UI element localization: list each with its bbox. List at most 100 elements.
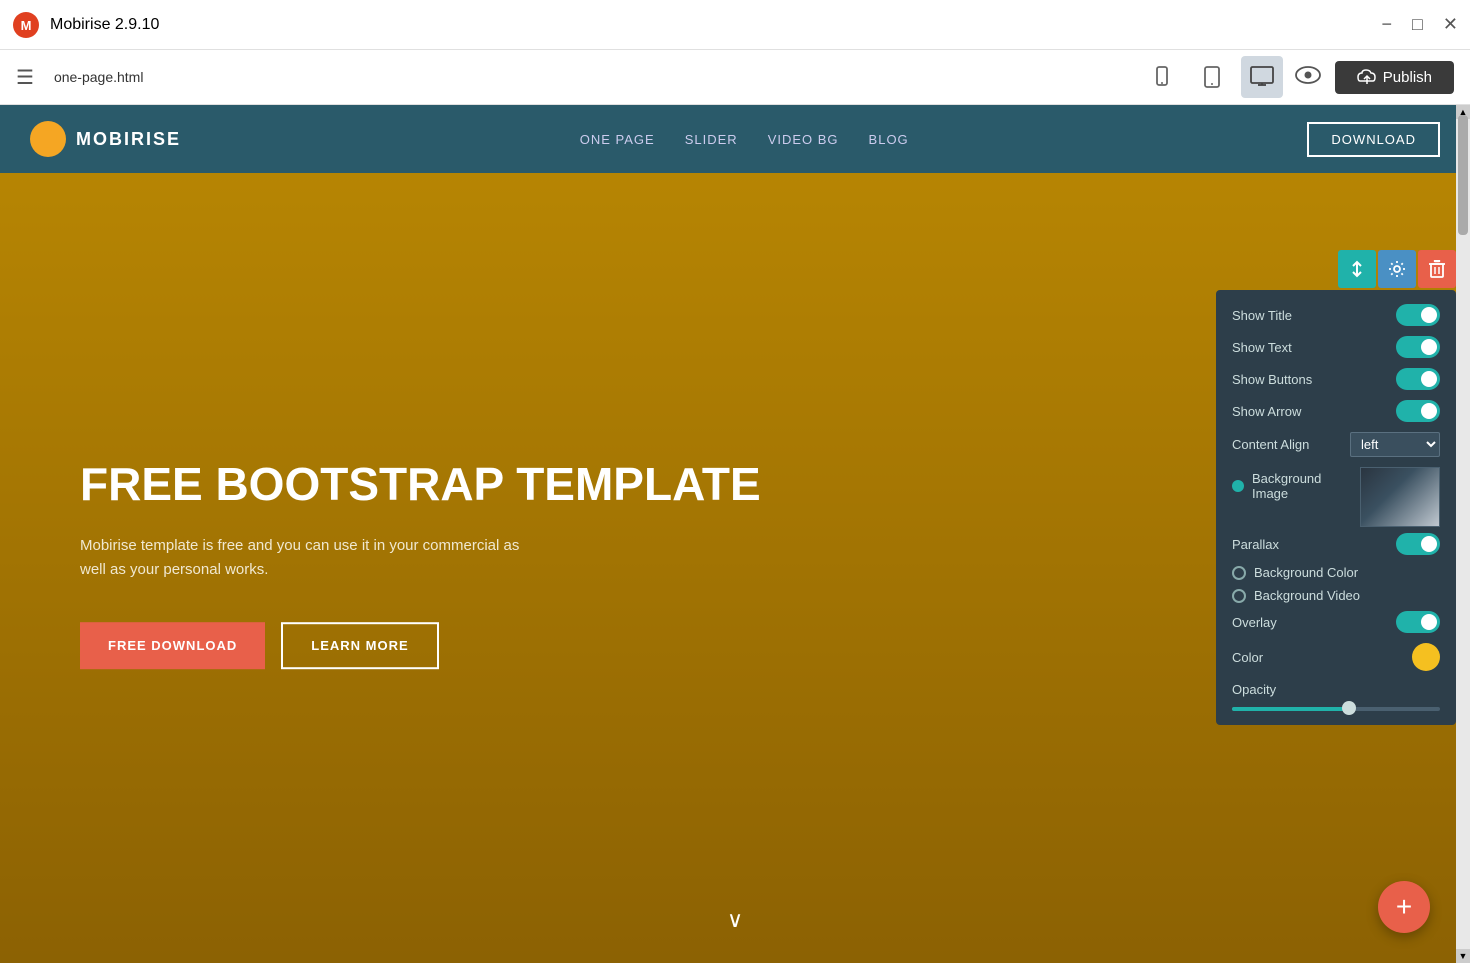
- opacity-label: Opacity: [1232, 682, 1276, 697]
- nav-links: ONE PAGE SLIDER VIDEO BG BLOG: [580, 132, 909, 147]
- show-text-label: Show Text: [1232, 340, 1292, 355]
- section-settings-button[interactable]: [1378, 250, 1416, 288]
- hero-content: FREE BOOTSTRAP TEMPLATE Mobirise templat…: [80, 459, 761, 669]
- add-section-button[interactable]: +: [1378, 881, 1430, 933]
- bg-image-dot: [1232, 480, 1244, 492]
- nav-slider[interactable]: SLIDER: [685, 132, 738, 147]
- nav-blog[interactable]: BLOG: [869, 132, 909, 147]
- eye-icon: [1295, 66, 1321, 84]
- toggle-thumb-5: [1421, 536, 1437, 552]
- show-title-row: Show Title: [1232, 304, 1440, 326]
- move-section-button[interactable]: [1338, 250, 1376, 288]
- desktop-view-button[interactable]: [1241, 56, 1283, 98]
- background-color-row[interactable]: Background Color: [1232, 565, 1440, 580]
- logo-icon: [38, 129, 58, 149]
- filename-label: one-page.html: [54, 69, 1129, 85]
- content-align-select[interactable]: left center right: [1350, 432, 1440, 457]
- content-align-label: Content Align: [1232, 437, 1309, 452]
- device-switcher: [1141, 56, 1283, 98]
- bg-image-section: Background Image: [1232, 471, 1360, 501]
- opacity-slider-track[interactable]: [1232, 707, 1440, 711]
- desktop-icon: [1250, 66, 1274, 88]
- publish-label: Publish: [1383, 69, 1432, 86]
- hero-buttons: FREE DOWNLOAD LEARN MORE: [80, 622, 761, 669]
- show-title-label: Show Title: [1232, 308, 1292, 323]
- color-label: Color: [1232, 650, 1263, 665]
- cloud-upload-icon: [1357, 69, 1377, 85]
- opacity-row: Opacity: [1232, 681, 1440, 711]
- nav-one-page[interactable]: ONE PAGE: [580, 132, 655, 147]
- bg-video-radio[interactable]: [1232, 589, 1246, 603]
- show-title-toggle[interactable]: [1396, 304, 1440, 326]
- background-image-label: Background Image: [1252, 471, 1360, 501]
- logo-circle: [30, 121, 66, 157]
- hero-arrow[interactable]: ∨: [727, 907, 743, 933]
- app-title: Mobirise 2.9.10: [50, 16, 159, 34]
- overlay-row: Overlay: [1232, 611, 1440, 633]
- mobile-icon: [1151, 66, 1173, 88]
- toggle-thumb-3: [1421, 371, 1437, 387]
- delete-section-button[interactable]: [1418, 250, 1456, 288]
- hero-title: FREE BOOTSTRAP TEMPLATE: [80, 459, 761, 510]
- toggle-thumb-6: [1421, 614, 1437, 630]
- scrollbar: ▲ ▼: [1456, 105, 1470, 963]
- title-bar: M Mobirise 2.9.10 − □ ✕: [0, 0, 1470, 50]
- tablet-icon: [1201, 66, 1223, 88]
- background-color-label: Background Color: [1254, 565, 1358, 580]
- site-logo: MOBIRISE: [30, 121, 181, 157]
- show-arrow-label: Show Arrow: [1232, 404, 1301, 419]
- background-image-row: Background Image: [1232, 467, 1440, 527]
- show-buttons-toggle[interactable]: [1396, 368, 1440, 390]
- gear-icon: [1388, 260, 1406, 278]
- show-buttons-label: Show Buttons: [1232, 372, 1312, 387]
- background-image-thumb[interactable]: [1360, 467, 1440, 527]
- svg-text:M: M: [21, 18, 32, 33]
- background-video-row[interactable]: Background Video: [1232, 588, 1440, 603]
- move-icon: [1348, 260, 1366, 278]
- opacity-slider-thumb[interactable]: [1342, 701, 1356, 715]
- trash-icon: [1429, 260, 1445, 278]
- parallax-toggle[interactable]: [1396, 533, 1440, 555]
- learn-more-button[interactable]: LEARN MORE: [281, 622, 438, 669]
- free-download-button[interactable]: FREE DOWNLOAD: [80, 622, 265, 669]
- parallax-row: Parallax: [1232, 533, 1440, 555]
- toggle-thumb-4: [1421, 403, 1437, 419]
- nav-download-button[interactable]: DOWNLOAD: [1307, 122, 1440, 157]
- opacity-slider-fill: [1232, 707, 1346, 711]
- content-align-row: Content Align left center right: [1232, 432, 1440, 457]
- menu-icon[interactable]: ☰: [16, 65, 34, 90]
- show-buttons-row: Show Buttons: [1232, 368, 1440, 390]
- close-button[interactable]: ✕: [1443, 14, 1458, 35]
- maximize-button[interactable]: □: [1412, 14, 1423, 35]
- toggle-thumb: [1421, 307, 1437, 323]
- color-swatch[interactable]: [1412, 643, 1440, 671]
- overlay-toggle[interactable]: [1396, 611, 1440, 633]
- site-logo-text: MOBIRISE: [76, 129, 181, 150]
- background-video-label: Background Video: [1254, 588, 1360, 603]
- show-arrow-row: Show Arrow: [1232, 400, 1440, 422]
- publish-button[interactable]: Publish: [1335, 61, 1454, 94]
- mobile-view-button[interactable]: [1141, 56, 1183, 98]
- show-text-row: Show Text: [1232, 336, 1440, 358]
- bg-color-radio[interactable]: [1232, 566, 1246, 580]
- app-logo-icon: M: [12, 11, 40, 39]
- color-row: Color: [1232, 643, 1440, 671]
- tablet-view-button[interactable]: [1191, 56, 1233, 98]
- parallax-label: Parallax: [1232, 537, 1279, 552]
- overlay-label: Overlay: [1232, 615, 1277, 630]
- minimize-button[interactable]: −: [1382, 14, 1393, 35]
- scrollbar-thumb[interactable]: [1458, 115, 1468, 235]
- settings-panel: Show Title Show Text Show Buttons Show A…: [1216, 290, 1456, 725]
- site-container: MOBIRISE ONE PAGE SLIDER VIDEO BG BLOG D…: [0, 105, 1470, 963]
- show-text-toggle[interactable]: [1396, 336, 1440, 358]
- toolbar-right: Publish: [1295, 61, 1454, 94]
- toolbar: ☰ one-page.html: [0, 50, 1470, 105]
- show-arrow-toggle[interactable]: [1396, 400, 1440, 422]
- nav-video-bg[interactable]: VIDEO BG: [768, 132, 839, 147]
- preview-button[interactable]: [1295, 64, 1321, 90]
- window-controls: − □ ✕: [1382, 14, 1458, 35]
- site-nav: MOBIRISE ONE PAGE SLIDER VIDEO BG BLOG D…: [0, 105, 1470, 173]
- toggle-thumb-2: [1421, 339, 1437, 355]
- scroll-down-button[interactable]: ▼: [1456, 949, 1470, 963]
- panel-toolbar: [1338, 250, 1456, 288]
